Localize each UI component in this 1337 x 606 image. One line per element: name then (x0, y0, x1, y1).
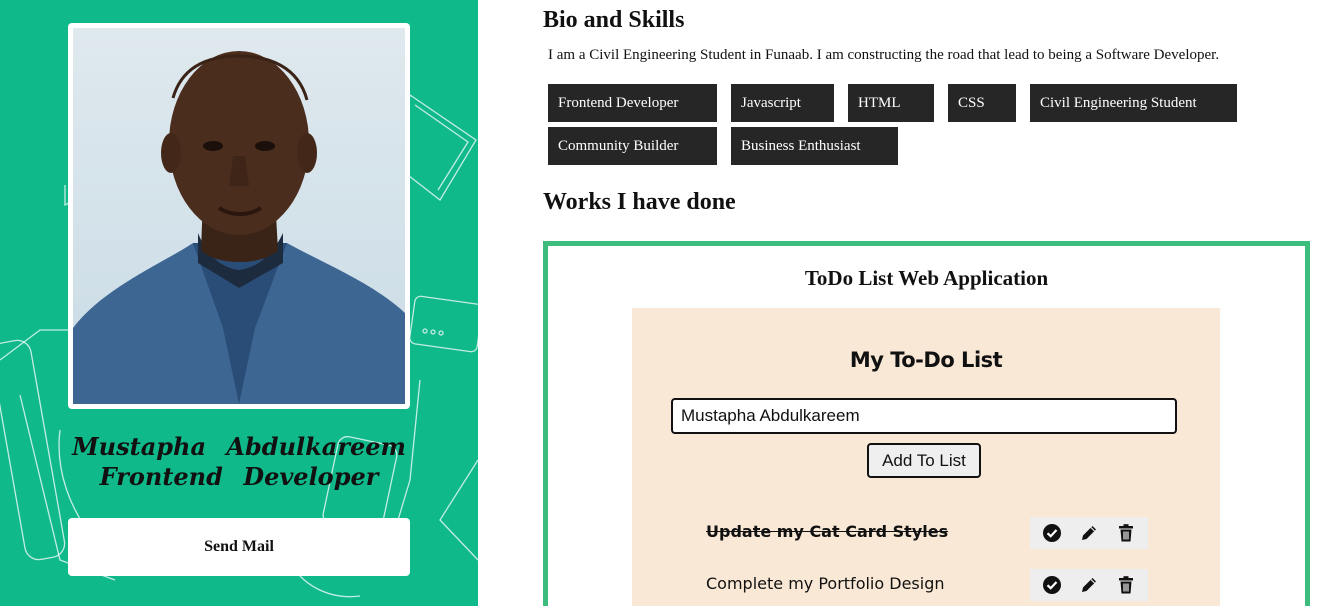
todo-app-preview: My To-Do List Add To List Update my Cat … (632, 308, 1220, 606)
bio-heading: Bio and Skills (543, 7, 685, 33)
check-circle-icon[interactable] (1040, 521, 1064, 545)
skill-tag: Frontend Developer (548, 84, 717, 122)
todo-item-actions (1030, 517, 1148, 549)
works-heading: Works I have done (543, 189, 736, 215)
send-mail-button[interactable]: Send Mail (68, 518, 410, 576)
project-title: ToDo List Web Application (804, 266, 1049, 290)
bio-text: I am a Civil Engineering Student in Funa… (548, 47, 1220, 63)
todo-item-label: Update my Cat Card Styles (706, 522, 949, 541)
profile-photo (73, 28, 405, 404)
skill-tag: CSS (948, 84, 1016, 122)
profile-photo-frame (68, 23, 410, 409)
profile-panel: Mustapha Abdulkareem Frontend Developer … (0, 0, 478, 606)
todo-item: Update my Cat Card Styles (706, 517, 1176, 549)
pencil-icon[interactable] (1077, 573, 1101, 597)
todo-input[interactable] (671, 398, 1177, 434)
check-circle-icon[interactable] (1040, 573, 1064, 597)
profile-name-title: Mustapha Abdulkareem Frontend Developer (68, 432, 410, 492)
skill-tag: Javascript (731, 84, 834, 122)
todo-item: Complete my Portfolio Design (706, 569, 1176, 601)
profile-role: Frontend Developer (99, 462, 379, 491)
trash-icon[interactable] (1114, 573, 1138, 597)
todo-heading: My To-Do List (849, 348, 1003, 372)
todo-item-label: Complete my Portfolio Design (706, 574, 945, 593)
trash-icon[interactable] (1114, 521, 1138, 545)
skill-tag: HTML (848, 84, 934, 122)
todo-item-actions (1030, 569, 1148, 601)
profile-name: Mustapha Abdulkareem (72, 432, 406, 461)
skill-tag: Community Builder (548, 127, 717, 165)
skill-tag: Civil Engineering Student (1030, 84, 1237, 122)
skill-tag: Business Enthusiast (731, 127, 898, 165)
pencil-icon[interactable] (1077, 521, 1101, 545)
project-card: ToDo List Web Application My To-Do List … (543, 241, 1310, 606)
add-to-list-button[interactable]: Add To List (867, 443, 981, 478)
